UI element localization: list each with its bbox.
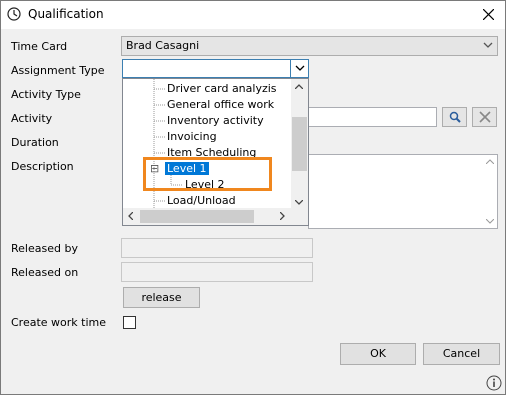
activity-clear-button[interactable] — [472, 107, 497, 127]
tree-item[interactable]: Inventory activity — [167, 114, 264, 127]
released-by-field — [121, 238, 313, 258]
scroll-left-icon[interactable] — [128, 212, 133, 220]
collapse-icon[interactable]: ⊟ — [150, 162, 159, 175]
tree-item[interactable]: General office work — [167, 98, 274, 111]
tree-item[interactable]: Item Scheduling — [167, 146, 256, 159]
tree-item-label: Driver card analyzis — [167, 82, 277, 95]
clock-icon — [7, 7, 21, 21]
window-title: Qualification — [28, 7, 104, 21]
duration-label: Duration — [11, 136, 59, 149]
info-icon[interactable] — [486, 375, 502, 391]
tree-item[interactable]: Level 2 — [185, 178, 225, 191]
clear-x-icon — [479, 111, 491, 123]
activity-search-button[interactable] — [442, 107, 467, 127]
tree-item-label: Inventory activity — [167, 114, 264, 127]
tree-item-label: General office work — [167, 98, 275, 111]
vertical-scroll-thumb[interactable] — [292, 117, 307, 171]
tree-item[interactable]: Driver card analyzis — [167, 82, 277, 95]
activity-label: Activity — [11, 112, 53, 125]
status-bar — [1, 373, 505, 394]
time-card-label: Time Card — [11, 40, 68, 53]
assignment-type-input[interactable] — [122, 59, 309, 78]
tree-item-label: Invoicing — [167, 130, 217, 143]
tree-item-selected[interactable]: Level 1 — [165, 162, 209, 175]
release-button[interactable]: release — [123, 287, 200, 308]
horizontal-scroll-thumb[interactable] — [140, 210, 254, 223]
scroll-up-icon — [486, 159, 494, 164]
create-work-time-label: Create work time — [11, 316, 107, 329]
released-on-label: Released on — [11, 266, 79, 279]
close-icon — [483, 9, 494, 20]
scroll-down-icon — [486, 219, 494, 224]
close-button[interactable] — [471, 1, 505, 29]
scroll-down-icon[interactable] — [295, 200, 303, 205]
scroll-right-icon[interactable] — [280, 212, 285, 220]
released-by-label: Released by — [11, 242, 78, 255]
tree-item-label: Level 1 — [167, 162, 207, 175]
tree-vertical-scrollbar[interactable] — [291, 79, 308, 210]
tree-item[interactable]: Load/Unload — [167, 194, 236, 207]
chevron-down-icon — [483, 42, 493, 48]
description-label: Description — [11, 160, 74, 173]
tree-item-label: Load/Unload — [167, 194, 236, 207]
title-bar: Qualification — [1, 1, 505, 29]
tree-horizontal-scrollbar[interactable] — [123, 208, 308, 225]
released-on-field — [121, 262, 313, 282]
activity-field[interactable] — [308, 107, 437, 127]
tree-item-label: Item Scheduling — [167, 146, 257, 159]
assignment-type-tree: Driver card analyzis General office work… — [122, 78, 309, 226]
time-card-combo[interactable]: Brad Casagni — [121, 36, 498, 56]
create-work-time-checkbox[interactable] — [123, 316, 136, 329]
assignment-type-dropdown-button[interactable] — [290, 59, 309, 78]
activity-type-label: Activity Type — [11, 88, 81, 101]
cancel-button[interactable]: Cancel — [423, 343, 500, 365]
qualification-dialog: Qualification Time Card Brad Casagni Ass… — [0, 0, 506, 395]
ok-button[interactable]: OK — [340, 343, 416, 365]
chevron-down-icon — [295, 65, 305, 71]
time-card-value: Brad Casagni — [126, 39, 200, 52]
tree-item[interactable]: Invoicing — [167, 130, 217, 143]
assignment-type-label: Assignment Type — [11, 64, 105, 77]
description-textarea[interactable] — [308, 154, 498, 229]
scroll-up-icon[interactable] — [295, 84, 303, 89]
tree-item-label: Level 2 — [185, 178, 225, 191]
search-icon — [449, 111, 461, 123]
